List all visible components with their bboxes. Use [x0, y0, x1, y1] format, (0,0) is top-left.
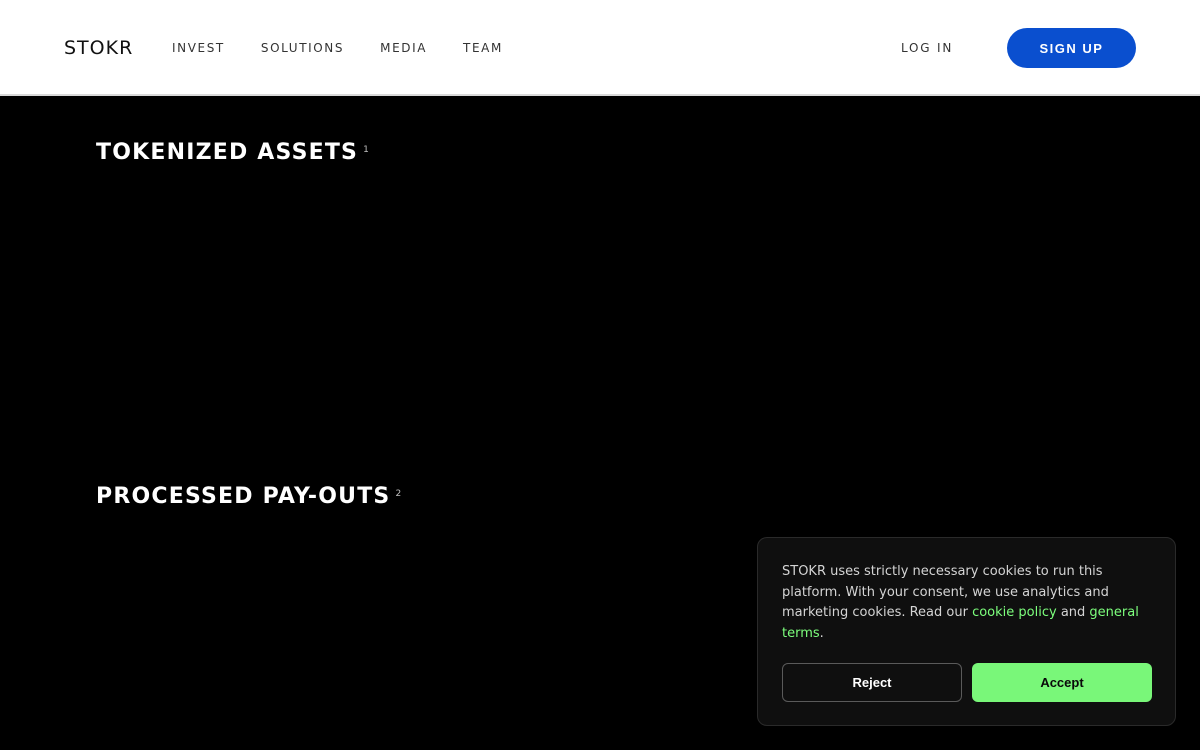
accept-cookies-button[interactable]: Accept — [972, 663, 1152, 702]
cookie-consent-banner: STOKR uses strictly necessary cookies to… — [757, 537, 1176, 726]
cookie-consent-text: STOKR uses strictly necessary cookies to… — [782, 562, 1152, 644]
cookie-text-and: and — [1056, 605, 1090, 620]
top-navigation-bar: STOKR INVEST SOLUTIONS MEDIA TEAM LOG IN… — [0, 0, 1200, 96]
footnote-marker: 2 — [395, 489, 402, 499]
nav-item-solutions[interactable]: SOLUTIONS — [261, 40, 344, 56]
nav-item-team[interactable]: TEAM — [463, 40, 503, 56]
reject-cookies-button[interactable]: Reject — [782, 663, 962, 702]
cookie-policy-link[interactable]: cookie policy — [972, 605, 1057, 620]
stokr-logo[interactable]: STOKR — [64, 36, 133, 60]
main-nav: INVEST SOLUTIONS MEDIA TEAM — [172, 40, 539, 56]
section-title-text: PROCESSED PAY-OUTS — [96, 484, 391, 509]
section-title-text: TOKENIZED ASSETS — [96, 140, 359, 165]
footnote-marker: 1 — [363, 145, 369, 155]
section-title-tokenized-assets: TOKENIZED ASSETS 1 — [96, 139, 369, 171]
signup-button[interactable]: SIGN UP — [1007, 28, 1136, 68]
section-title-processed-payouts: PROCESSED PAY-OUTS 2 — [96, 483, 401, 515]
login-link[interactable]: LOG IN — [901, 40, 953, 56]
nav-item-invest[interactable]: INVEST — [172, 40, 225, 56]
nav-item-media[interactable]: MEDIA — [380, 40, 427, 56]
cookie-text-end: . — [819, 625, 824, 641]
